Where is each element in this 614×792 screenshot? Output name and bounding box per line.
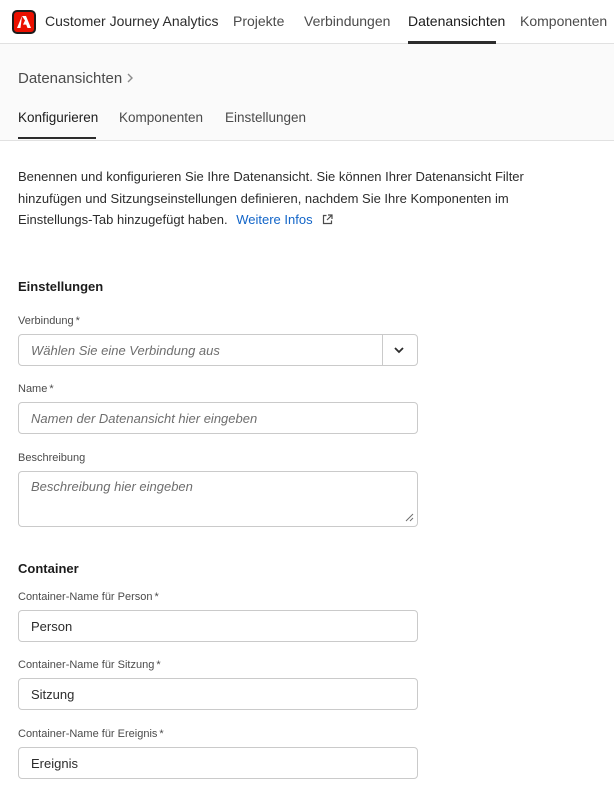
top-navigation-bar: Customer Journey Analytics Projekte Verb… bbox=[0, 0, 614, 44]
event-container-label-text: Container-Name für Ereignis bbox=[18, 728, 158, 740]
active-tab-indicator bbox=[18, 137, 96, 139]
required-mark: * bbox=[49, 383, 54, 395]
nav-item-projekte[interactable]: Projekte bbox=[233, 13, 284, 29]
connection-label: Verbindung * bbox=[18, 315, 80, 327]
description-label: Beschreibung bbox=[18, 452, 86, 464]
name-label-text: Name bbox=[18, 383, 48, 395]
event-container-label: Container-Name für Ereignis * bbox=[18, 728, 164, 740]
connection-label-text: Verbindung bbox=[18, 315, 74, 327]
name-label: Name * bbox=[18, 383, 54, 395]
tab-einstellungen[interactable]: Einstellungen bbox=[225, 110, 306, 125]
required-mark: * bbox=[159, 728, 164, 740]
person-container-label-text: Container-Name für Person bbox=[18, 591, 153, 603]
intro-description: Benennen und konfigurieren Sie Ihre Date… bbox=[18, 166, 558, 231]
person-container-input[interactable] bbox=[18, 610, 418, 642]
connection-placeholder: Wählen Sie eine Verbindung aus bbox=[31, 343, 220, 358]
app-title[interactable]: Customer Journey Analytics bbox=[45, 13, 219, 29]
container-heading: Container bbox=[18, 561, 79, 576]
required-mark: * bbox=[154, 591, 159, 603]
name-input[interactable] bbox=[18, 402, 418, 434]
session-container-input[interactable] bbox=[18, 678, 418, 710]
learn-more-link[interactable]: Weitere Infos bbox=[236, 212, 312, 227]
nav-item-verbindungen[interactable]: Verbindungen bbox=[304, 13, 390, 29]
tab-komponenten[interactable]: Komponenten bbox=[119, 110, 203, 125]
chevron-right-icon bbox=[127, 73, 133, 83]
connection-select[interactable]: Wählen Sie eine Verbindung aus bbox=[18, 334, 418, 366]
settings-heading: Einstellungen bbox=[18, 279, 104, 294]
required-mark: * bbox=[156, 659, 161, 671]
page-header: Datenansichten Konfigurieren Komponenten… bbox=[0, 44, 614, 141]
external-link-icon[interactable] bbox=[322, 214, 333, 225]
session-container-label: Container-Name für Sitzung * bbox=[18, 659, 161, 671]
session-container-label-text: Container-Name für Sitzung bbox=[18, 659, 155, 671]
tab-konfigurieren[interactable]: Konfigurieren bbox=[18, 110, 98, 125]
chevron-down-icon[interactable] bbox=[393, 345, 405, 355]
event-container-input[interactable] bbox=[18, 747, 418, 779]
person-container-label: Container-Name für Person * bbox=[18, 591, 159, 603]
resize-grip-icon[interactable] bbox=[405, 513, 414, 522]
adobe-logo-icon[interactable] bbox=[12, 10, 36, 34]
description-textarea[interactable] bbox=[18, 471, 418, 527]
nav-item-datenansichten[interactable]: Datenansichten bbox=[408, 13, 505, 29]
required-mark: * bbox=[75, 315, 80, 327]
select-divider bbox=[382, 335, 383, 365]
breadcrumb[interactable]: Datenansichten bbox=[18, 70, 122, 87]
nav-item-komponenten[interactable]: Komponenten bbox=[520, 13, 607, 29]
